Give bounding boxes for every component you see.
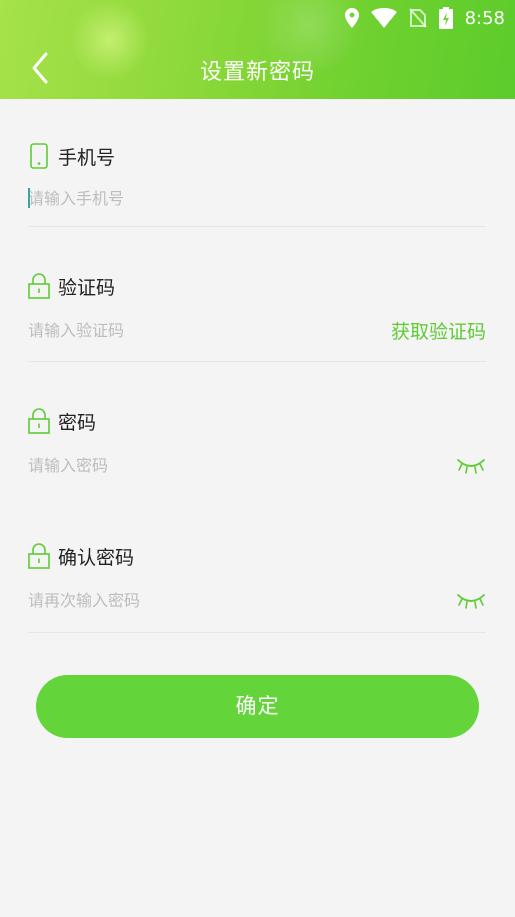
phone-field: 手机号 — [28, 142, 486, 208]
divider — [28, 361, 486, 362]
confirm-password-field: 确认密码 — [28, 542, 486, 610]
text-cursor — [28, 188, 30, 208]
wifi-icon — [370, 8, 397, 28]
battery-charging-icon — [438, 7, 453, 29]
phone-input[interactable] — [28, 188, 348, 208]
page-title: 设置新密码 — [199, 60, 315, 85]
divider — [28, 632, 486, 633]
code-field: 验证码 获取验证码 — [28, 272, 486, 343]
lock-icon — [28, 408, 50, 434]
no-sim-icon — [408, 8, 427, 28]
header-bar: 8:58 设置新密码 — [0, 0, 515, 99]
eye-closed-icon[interactable] — [456, 456, 486, 474]
password-label: 密码 — [58, 411, 97, 434]
lock-icon — [28, 273, 50, 299]
lock-icon — [28, 543, 50, 569]
status-time: 8:58 — [464, 7, 505, 29]
location-icon — [344, 8, 359, 28]
confirm-password-label: 确认密码 — [58, 546, 135, 569]
divider — [28, 226, 486, 227]
code-input[interactable] — [28, 320, 348, 340]
eye-closed-icon[interactable] — [456, 591, 486, 609]
get-code-button[interactable]: 获取验证码 — [391, 317, 486, 344]
confirm-password-input[interactable] — [28, 590, 348, 610]
password-input[interactable] — [28, 455, 348, 475]
phone-icon — [30, 143, 48, 169]
password-field: 密码 — [28, 407, 486, 475]
phone-label: 手机号 — [58, 146, 116, 169]
code-label: 验证码 — [58, 276, 116, 299]
confirm-button[interactable]: 确定 — [36, 675, 479, 738]
status-bar: 8:58 — [344, 6, 505, 30]
